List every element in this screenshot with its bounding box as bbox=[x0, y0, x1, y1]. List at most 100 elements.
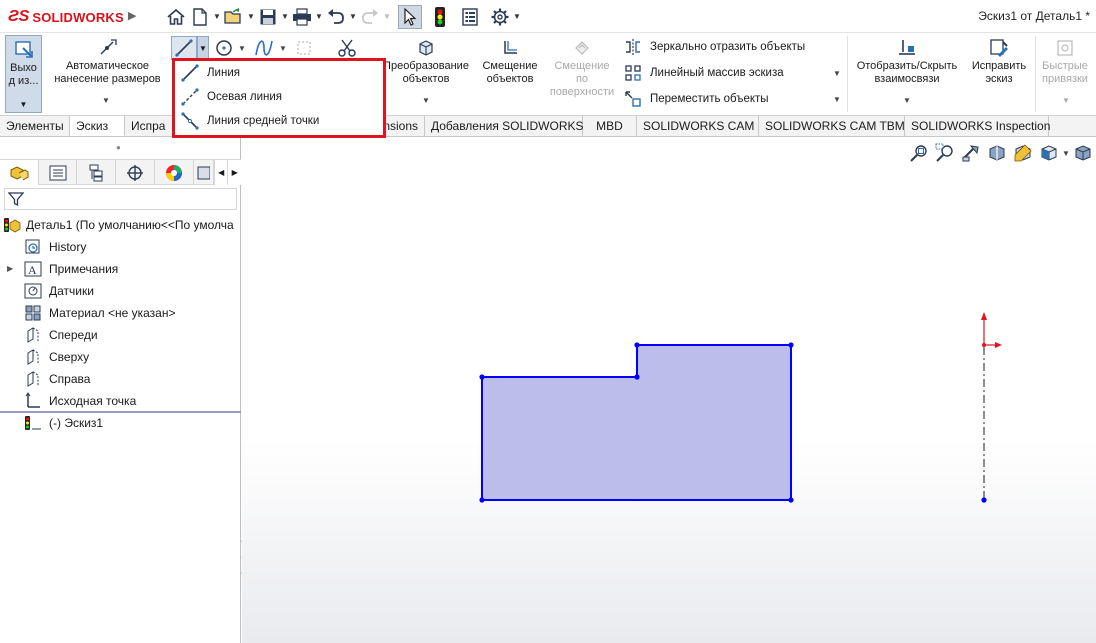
quick-snaps-dropdown[interactable]: ▼ bbox=[1062, 96, 1070, 105]
file-properties-button[interactable] bbox=[458, 5, 482, 29]
expand-arrow-icon[interactable]: ▶ bbox=[7, 264, 13, 273]
options-dropdown[interactable]: ▼ bbox=[512, 12, 522, 21]
sketch-canvas[interactable] bbox=[242, 137, 1096, 643]
tree-item-sketch1[interactable]: (-) Эскиз1 bbox=[0, 412, 241, 434]
line-tool-button[interactable] bbox=[171, 36, 197, 60]
print-button[interactable] bbox=[290, 5, 314, 29]
spline-tool-button[interactable] bbox=[252, 36, 276, 60]
repair-sketch-icon bbox=[990, 39, 1008, 57]
tree-item-history[interactable]: History bbox=[0, 236, 241, 258]
tab-solidworks-inspection[interactable]: SOLIDWORKS Inspection bbox=[905, 116, 1050, 136]
panel-tabs-prev[interactable]: ◀ bbox=[213, 160, 228, 185]
tab-solidworks-cam-tbm[interactable]: SOLIDWORKS CAM TBM bbox=[759, 116, 905, 136]
sketch-point[interactable] bbox=[479, 374, 485, 380]
tree-item-right-plane[interactable]: Справа bbox=[0, 368, 241, 390]
quick-access-toolbar: ▼ ▼ ▼ ▼ ▼ ▼ ▼ bbox=[164, 3, 522, 30]
exit-sketch-dropdown-icon[interactable]: ▼ bbox=[6, 98, 41, 111]
tab-mbd[interactable]: MBD bbox=[583, 116, 637, 136]
display-relations-button[interactable]: Отобразить/Скрыть взаимосвязи bbox=[851, 38, 963, 86]
offset-on-surface-button[interactable]: Смещение по поверхности bbox=[546, 38, 618, 99]
linear-pattern-label: Линейный массив эскиза bbox=[650, 67, 784, 79]
crosshair-icon bbox=[126, 164, 143, 181]
tab-sketch[interactable]: Эскиз bbox=[70, 116, 125, 136]
linear-pattern-button[interactable]: Линейный массив эскиза bbox=[624, 62, 784, 84]
tree-item-origin[interactable]: Исходная точка bbox=[0, 390, 241, 412]
quick-snaps-button[interactable]: Быстрые привязки bbox=[1037, 38, 1093, 86]
repair-sketch-button[interactable]: Исправить эскиз bbox=[965, 38, 1033, 86]
convert-entities-dropdown[interactable]: ▼ bbox=[422, 96, 430, 105]
tree-item-front-plane[interactable]: Спереди bbox=[0, 324, 241, 346]
redo-button[interactable] bbox=[358, 5, 382, 29]
convert-entities-button[interactable]: Преобразование объектов bbox=[378, 38, 474, 86]
move-entities-button[interactable]: Переместить объекты bbox=[624, 88, 769, 110]
linear-pattern-dropdown[interactable]: ▼ bbox=[833, 69, 841, 78]
tab-solidworks-addins[interactable]: Добавления SOLIDWORKS bbox=[425, 116, 584, 136]
panel-grip-icon[interactable]: ● bbox=[116, 143, 121, 152]
line-tool-dropdown[interactable]: ▼ bbox=[197, 36, 209, 60]
undo-dropdown[interactable]: ▼ bbox=[348, 12, 358, 21]
smart-dimension-dropdown[interactable]: ▼ bbox=[102, 96, 110, 105]
scissors-icon bbox=[338, 39, 356, 57]
new-dropdown[interactable]: ▼ bbox=[212, 12, 222, 21]
circle-tool-dropdown[interactable]: ▼ bbox=[238, 44, 246, 53]
move-entities-dropdown[interactable]: ▼ bbox=[833, 95, 841, 104]
save-button[interactable] bbox=[256, 5, 280, 29]
title-bar: ƧS SOLIDWORKS ▶ ▼ ▼ ▼ ▼ ▼ ▼ ▼ Эскиз1 от … bbox=[0, 0, 1096, 33]
sketch-point[interactable] bbox=[479, 497, 485, 503]
tab-solidworks-cam[interactable]: SOLIDWORKS CAM bbox=[637, 116, 759, 136]
flyout-item-midpoint-line[interactable]: Линия средней точки bbox=[175, 109, 383, 133]
rollback-bar[interactable] bbox=[0, 411, 241, 413]
rectangle-tool-button[interactable] bbox=[292, 36, 316, 60]
options-button[interactable] bbox=[488, 5, 512, 29]
display-relations-dropdown[interactable]: ▼ bbox=[903, 96, 911, 105]
sketch-point[interactable] bbox=[634, 342, 640, 348]
circle-tool-button[interactable] bbox=[212, 36, 236, 60]
home-button[interactable] bbox=[164, 5, 188, 29]
tree-item-material[interactable]: Материал <не указан> bbox=[0, 302, 241, 324]
feature-tree: Деталь1 (По умолчанию<<По умолча History… bbox=[0, 214, 241, 434]
tab-feature-manager[interactable] bbox=[0, 160, 39, 185]
tree-item-top-plane[interactable]: Сверху bbox=[0, 346, 241, 368]
tab-evaluate[interactable]: Испра bbox=[125, 116, 173, 136]
exit-sketch-button[interactable]: Выхо д из... ▼ bbox=[5, 35, 42, 113]
save-dropdown[interactable]: ▼ bbox=[280, 12, 290, 21]
panel-tabs-next[interactable]: ▶ bbox=[227, 160, 241, 185]
tree-item-label: Спереди bbox=[49, 328, 98, 342]
tree-filter-bar[interactable] bbox=[4, 188, 237, 210]
sketch-point[interactable] bbox=[634, 374, 640, 380]
tree-root-part[interactable]: Деталь1 (По умолчанию<<По умолча bbox=[0, 214, 241, 236]
centerline-endpoint[interactable] bbox=[981, 497, 987, 503]
tree-item-sensors[interactable]: Датчики bbox=[0, 280, 241, 302]
tab-features[interactable]: Элементы bbox=[0, 116, 70, 136]
flyout-item-line[interactable]: Линия bbox=[175, 61, 383, 85]
offset-entities-button[interactable]: Смещение объектов bbox=[477, 38, 543, 86]
print-icon bbox=[293, 7, 311, 26]
mirror-entities-button[interactable]: Зеркально отразить объекты bbox=[624, 36, 805, 58]
graphics-area[interactable]: ▼ bbox=[242, 137, 1096, 643]
tab-dimxpert-manager[interactable] bbox=[116, 160, 155, 185]
undo-button[interactable] bbox=[324, 5, 348, 29]
redo-dropdown[interactable]: ▼ bbox=[382, 12, 392, 21]
select-button[interactable] bbox=[398, 4, 422, 29]
part-rebuild-icon bbox=[3, 216, 21, 234]
sketch-point[interactable] bbox=[788, 342, 794, 348]
tree-item-annotations[interactable]: ▶ A Примечания bbox=[0, 258, 241, 280]
spline-tool-dropdown[interactable]: ▼ bbox=[279, 44, 287, 53]
open-button[interactable] bbox=[222, 5, 246, 29]
tab-configuration-manager[interactable] bbox=[77, 160, 117, 185]
sketch-point[interactable] bbox=[788, 497, 794, 503]
open-dropdown[interactable]: ▼ bbox=[246, 12, 256, 21]
new-document-button[interactable] bbox=[188, 5, 212, 29]
tab-overflow[interactable] bbox=[194, 160, 214, 185]
menu-expand-icon[interactable]: ▶ bbox=[128, 9, 136, 22]
solidworks-logo[interactable]: ƧS SOLIDWORKS bbox=[8, 8, 124, 26]
flyout-item-centerline[interactable]: Осевая линия bbox=[175, 85, 383, 109]
tab-property-manager[interactable] bbox=[39, 160, 78, 185]
smart-dimension-button[interactable]: Автоматическое нанесение размеров bbox=[50, 38, 165, 86]
trim-entities-button[interactable] bbox=[335, 36, 359, 60]
rebuild-button[interactable] bbox=[428, 5, 452, 29]
sketch-closed-profile[interactable] bbox=[481, 344, 792, 501]
tab-display-manager[interactable] bbox=[155, 160, 194, 185]
configuration-manager-icon bbox=[89, 164, 103, 181]
print-dropdown[interactable]: ▼ bbox=[314, 12, 324, 21]
